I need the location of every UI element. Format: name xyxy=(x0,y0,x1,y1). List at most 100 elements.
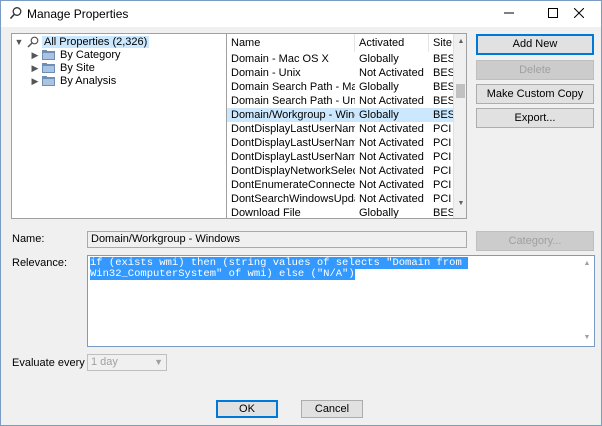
cell-activated: Globally xyxy=(359,109,399,121)
minimize-icon xyxy=(504,12,514,14)
name-label: Name: xyxy=(12,233,45,245)
column-header-site[interactable]: Site xyxy=(429,34,453,52)
evaluate-label: Evaluate every xyxy=(12,357,85,369)
cell-activated: Not Activated xyxy=(359,123,424,135)
scrollbar-thumb[interactable] xyxy=(456,84,465,98)
cell-name: Download File xyxy=(231,207,301,219)
cell-site: BES Ir xyxy=(433,207,453,219)
chevron-down-icon[interactable]: ▼ xyxy=(580,332,594,344)
chevron-up-icon[interactable]: ▲ xyxy=(580,258,594,270)
table-row[interactable]: DontDisplayNetworkSelectio... Not Activa… xyxy=(227,164,453,178)
cell-site: BES Ir xyxy=(433,95,453,107)
search-icon xyxy=(27,36,39,48)
table-row[interactable]: Domain - Mac OS X Globally BES Ir xyxy=(227,52,453,66)
tree-item-label: By Category xyxy=(60,49,121,61)
table-row-selected[interactable]: Domain/Workgroup - Windo... Globally BES… xyxy=(227,108,453,122)
chevron-right-icon[interactable]: ▶ xyxy=(30,76,40,87)
property-tree[interactable]: ▼ All Properties (2,326) ▶ By Category ▶… xyxy=(11,33,226,219)
cell-site: PCI D xyxy=(433,123,453,135)
chevron-down-icon: ▼ xyxy=(154,357,163,367)
list-rows: Domain - Mac OS X Globally BES Ir Domain… xyxy=(227,52,453,219)
cell-site: BES Ir xyxy=(433,81,453,93)
cell-name: DontSearchWindowsUpdate xyxy=(231,193,355,205)
cell-activated: Not Activated xyxy=(359,151,424,163)
list-header: Name Activated Site xyxy=(227,34,453,52)
cell-site: BES Ir xyxy=(433,109,453,121)
cell-activated: Not Activated xyxy=(359,67,424,79)
cell-activated: Not Activated xyxy=(359,95,424,107)
cell-site: PCI D xyxy=(433,193,453,205)
cell-name: DontDisplayLastUserName xyxy=(231,123,355,135)
category-button[interactable]: Category... xyxy=(476,231,594,251)
cell-name: Domain/Workgroup - Windo... xyxy=(231,109,355,121)
make-custom-copy-button[interactable]: Make Custom Copy xyxy=(476,84,594,104)
add-new-button[interactable]: Add New xyxy=(476,34,594,55)
tree-item-label: All Properties (2,326) xyxy=(42,36,150,48)
chevron-down-icon[interactable]: ▼ xyxy=(454,198,466,210)
cell-activated: Globally xyxy=(359,207,399,219)
cell-activated: Globally xyxy=(359,81,399,93)
tree-item-label: By Site xyxy=(60,62,95,74)
cell-site: BES Ir xyxy=(433,67,453,79)
ok-button[interactable]: OK xyxy=(216,400,278,418)
column-header-activated[interactable]: Activated xyxy=(355,34,429,52)
table-row[interactable]: Download File Globally BES Ir xyxy=(227,206,453,219)
table-row[interactable]: Domain Search Path - Unix Not Activated … xyxy=(227,94,453,108)
property-list[interactable]: Name Activated Site Domain - Mac OS X Gl… xyxy=(226,33,467,219)
relevance-label: Relevance: xyxy=(12,257,68,269)
name-field[interactable]: Domain/Workgroup - Windows xyxy=(87,231,467,248)
cell-activated: Not Activated xyxy=(359,137,424,149)
table-row[interactable]: DontDisplayLastUserName Not Activated PC… xyxy=(227,150,453,164)
cell-activated: Globally xyxy=(359,53,399,65)
table-row[interactable]: DontDisplayLastUserName Not Activated PC… xyxy=(227,136,453,150)
cell-name: Domain - Mac OS X xyxy=(231,53,329,65)
relevance-scrollbar[interactable]: ▲ ▼ xyxy=(580,256,594,346)
chevron-up-icon[interactable]: ▲ xyxy=(454,36,466,48)
table-row[interactable]: DontEnumerateConnectedUs... Not Activate… xyxy=(227,178,453,192)
cell-name: DontDisplayLastUserName xyxy=(231,137,355,149)
manage-properties-dialog: Manage Properties ▼ All Properties (2,32… xyxy=(0,0,602,426)
cell-activated: Not Activated xyxy=(359,193,424,205)
table-row[interactable]: Domain Search Path - Mac O... Globally B… xyxy=(227,80,453,94)
cell-site: PCI D xyxy=(433,137,453,149)
table-row[interactable]: DontDisplayLastUserName Not Activated PC… xyxy=(227,122,453,136)
tree-item-by-site[interactable]: ▶ By Site xyxy=(30,61,97,75)
cell-name: Domain Search Path - Unix xyxy=(231,95,355,107)
window-title: Manage Properties xyxy=(27,7,129,21)
tree-item-all-properties[interactable]: ▼ All Properties (2,326) xyxy=(14,35,150,49)
chevron-right-icon[interactable]: ▶ xyxy=(30,50,40,61)
folder-icon xyxy=(42,63,55,73)
export-button[interactable]: Export... xyxy=(476,108,594,128)
cell-name: Domain Search Path - Mac O... xyxy=(231,81,355,93)
table-row[interactable]: DontSearchWindowsUpdate Not Activated PC… xyxy=(227,192,453,206)
table-row[interactable]: Domain - Unix Not Activated BES Ir xyxy=(227,66,453,80)
delete-button[interactable]: Delete xyxy=(476,60,594,80)
evaluate-interval-value: 1 day xyxy=(91,356,118,368)
cell-name: DontDisplayNetworkSelectio... xyxy=(231,165,355,177)
chevron-right-icon[interactable]: ▶ xyxy=(30,63,40,74)
cell-name: DontDisplayLastUserName xyxy=(231,151,355,163)
relevance-text: if (exists wmi) then (string values of s… xyxy=(90,257,469,280)
cell-name: DontEnumerateConnectedUs... xyxy=(231,179,355,191)
close-icon xyxy=(574,8,584,18)
close-button[interactable] xyxy=(557,1,601,25)
cell-activated: Not Activated xyxy=(359,165,424,177)
folder-icon xyxy=(42,50,55,60)
title-bar: Manage Properties xyxy=(1,1,601,27)
search-icon xyxy=(9,7,22,20)
cell-site: PCI D xyxy=(433,179,453,191)
cell-site: PCI D xyxy=(433,165,453,177)
cell-site: PCI D xyxy=(433,151,453,163)
chevron-down-icon[interactable]: ▼ xyxy=(14,37,24,47)
tree-item-by-category[interactable]: ▶ By Category xyxy=(30,48,123,62)
cell-activated: Not Activated xyxy=(359,179,424,191)
tree-item-by-analysis[interactable]: ▶ By Analysis xyxy=(30,74,118,88)
cell-site: BES Ir xyxy=(433,53,453,65)
minimize-button[interactable] xyxy=(487,1,531,25)
evaluate-interval-select[interactable]: 1 day ▼ xyxy=(87,354,167,371)
list-scrollbar[interactable]: ▲ ▼ xyxy=(453,34,466,218)
column-header-name[interactable]: Name xyxy=(227,34,355,52)
cell-name: Domain - Unix xyxy=(231,67,301,79)
cancel-button[interactable]: Cancel xyxy=(301,400,363,418)
relevance-textarea[interactable]: if (exists wmi) then (string values of s… xyxy=(87,255,595,347)
